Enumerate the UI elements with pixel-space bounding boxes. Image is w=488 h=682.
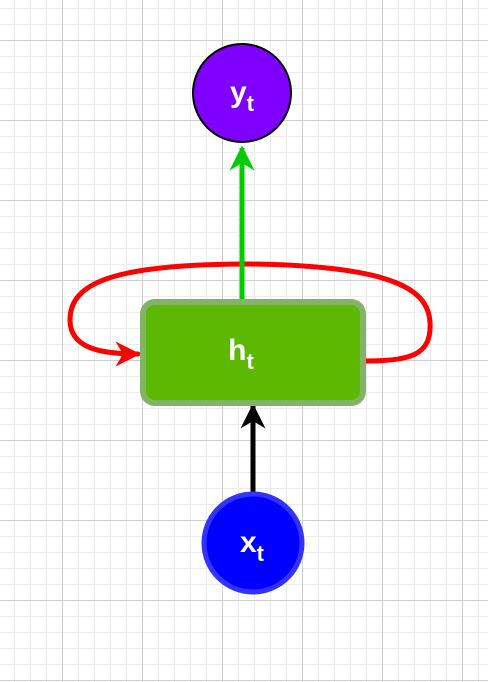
output-node: yt — [192, 43, 292, 143]
rnn-diagram: yt ht xt — [67, 43, 433, 595]
input-node: xt — [201, 491, 305, 595]
hidden-node: ht — [140, 299, 366, 406]
